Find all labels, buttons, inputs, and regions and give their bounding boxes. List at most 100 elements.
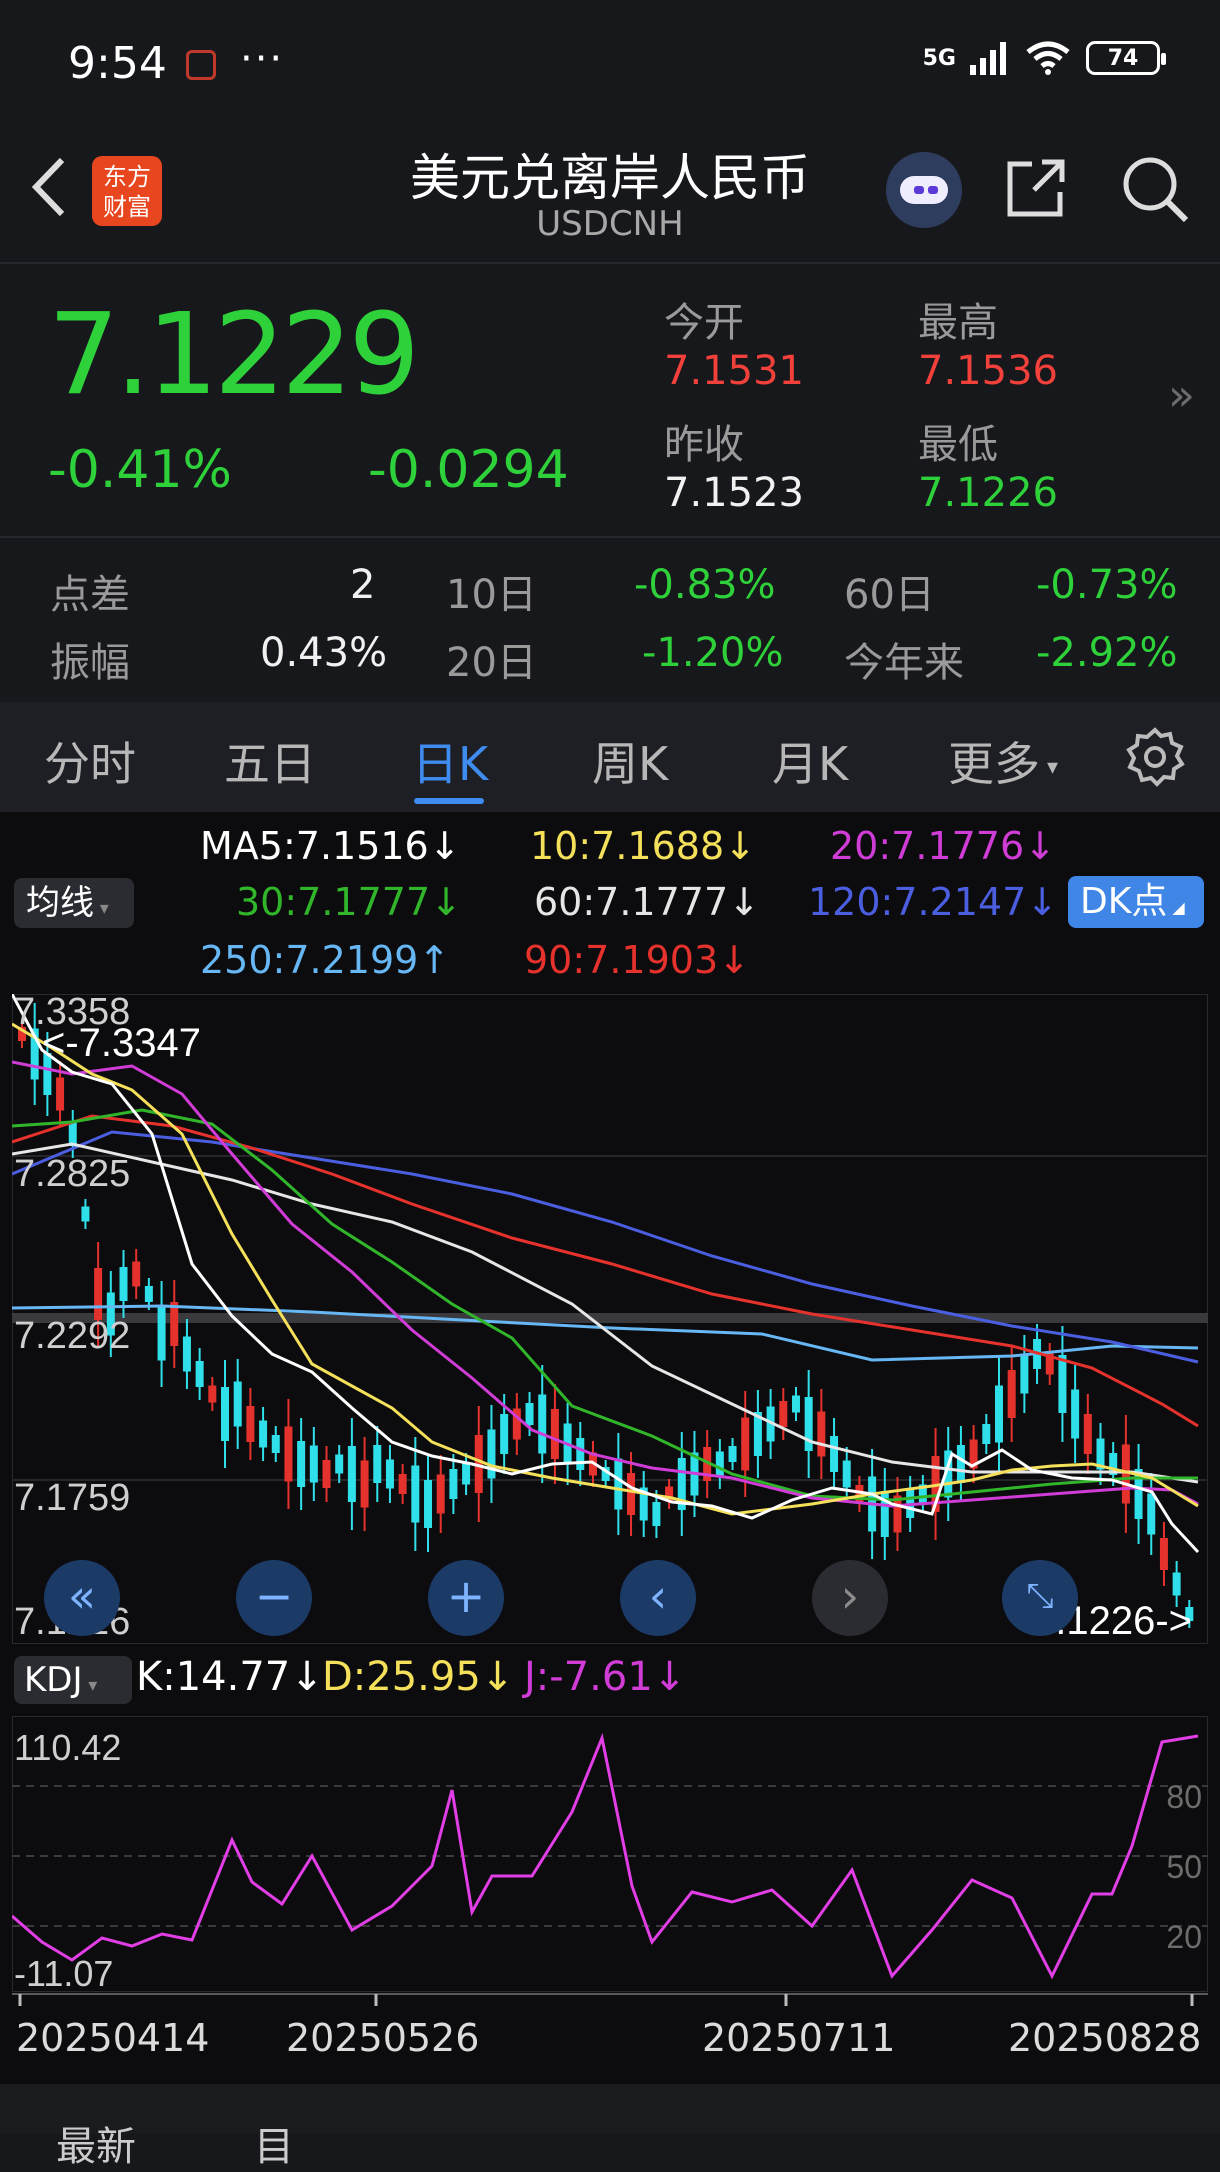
- candle-body: [144, 1286, 153, 1302]
- status-right: 5G 74: [922, 40, 1166, 76]
- candle-body: [1058, 1355, 1067, 1413]
- candle-body: [233, 1381, 242, 1427]
- page-subtitle: USDCNH: [536, 204, 684, 244]
- candle-body: [170, 1302, 179, 1346]
- bottom-tab-latest[interactable]: 最新: [56, 2114, 136, 2172]
- ma5-value: MA5:7.1516↓: [200, 824, 461, 868]
- high-label: 最高: [918, 300, 998, 346]
- settings-gear-icon[interactable]: [1124, 726, 1186, 788]
- tab-more[interactable]: 更多 ▾: [948, 728, 1058, 794]
- candle-body: [741, 1417, 750, 1471]
- candle-body: [221, 1387, 230, 1441]
- divider: [0, 536, 1220, 538]
- app-logo: 东方财富: [92, 156, 162, 226]
- open-label: 今开: [664, 300, 744, 346]
- candle-body: [576, 1438, 585, 1470]
- tab-five-day[interactable]: 五日: [224, 728, 316, 794]
- bottom-panel: [0, 2084, 1220, 2134]
- zoom-in-button[interactable]: +: [428, 1560, 504, 1636]
- kdj-d-value: D:25.95↓: [322, 1654, 515, 1700]
- candle-body: [246, 1406, 255, 1442]
- candle-body: [398, 1474, 407, 1494]
- search-icon[interactable]: [1120, 154, 1190, 224]
- prev-close-value: 7.1523: [664, 470, 804, 516]
- candlestick-chart[interactable]: 7.3358 7.2825 7.2292 7.1759 7.1226 <-7.3…: [12, 994, 1208, 1644]
- period-tabs: 分时 五日 日K 周K 月K 更多 ▾: [0, 702, 1220, 812]
- candle-body: [68, 1122, 77, 1146]
- ytd-value: -2.92%: [1036, 630, 1178, 676]
- tab-weekly-k[interactable]: 周K: [592, 728, 668, 794]
- network-label: 5G: [922, 45, 956, 71]
- candle-body: [525, 1403, 534, 1425]
- divider: [0, 262, 1220, 264]
- battery-icon: 74: [1086, 41, 1166, 75]
- candle-body: [322, 1460, 331, 1488]
- notification-icon: [186, 50, 216, 80]
- quote-more-icon[interactable]: »: [1168, 370, 1195, 421]
- last-price: 7.1229: [48, 290, 420, 420]
- bottom-tab-second[interactable]: 目: [254, 2114, 294, 2172]
- dropdown-caret-icon: ▾: [82, 1675, 98, 1696]
- amplitude-value: 0.43%: [260, 630, 388, 676]
- candle-body: [462, 1463, 471, 1485]
- ytd-label: 今年来: [844, 640, 964, 686]
- candle-body: [1159, 1538, 1168, 1570]
- scroll-left-button[interactable]: ‹: [620, 1560, 696, 1636]
- candle-body: [1172, 1572, 1181, 1596]
- jump-start-button[interactable]: «: [44, 1560, 120, 1636]
- tab-intraday[interactable]: 分时: [44, 728, 136, 794]
- dropdown-caret-icon: ▾: [1040, 755, 1059, 780]
- kdj-y-bottom: -11.07: [14, 1953, 113, 1992]
- candle-body: [157, 1307, 166, 1361]
- wifi-icon: [1026, 41, 1070, 75]
- candle-body: [1007, 1370, 1016, 1418]
- kdj-ref-50: 50: [1166, 1849, 1202, 1885]
- y-axis-label-4: 7.1759: [14, 1477, 130, 1519]
- fullscreen-button[interactable]: ⤡: [1002, 1560, 1078, 1636]
- candle-body: [195, 1361, 204, 1387]
- ma60-value: 60:7.1777↓: [534, 880, 760, 924]
- candle-body: [94, 1268, 103, 1320]
- candle-body: [779, 1401, 788, 1427]
- candle-body: [182, 1336, 191, 1372]
- candle-body: [449, 1469, 458, 1499]
- prev-close-label: 昨收: [664, 422, 744, 468]
- scroll-right-button[interactable]: ›: [812, 1560, 888, 1636]
- ma90-value: 90:7.1903↓: [524, 938, 750, 982]
- candle-body: [119, 1267, 128, 1301]
- tab-monthly-k[interactable]: 月K: [772, 728, 848, 794]
- zoom-out-button[interactable]: −: [236, 1560, 312, 1636]
- candle-body: [385, 1459, 394, 1489]
- d20-label: 20日: [446, 640, 537, 686]
- candle-body: [627, 1473, 636, 1515]
- candle-body: [56, 1077, 65, 1111]
- candle-body: [132, 1261, 141, 1287]
- candle-body: [500, 1414, 509, 1454]
- x-date-2: 20250526: [286, 2016, 480, 2060]
- indicator-selector[interactable]: KDJ ▾: [14, 1656, 132, 1704]
- tab-daily-k[interactable]: 日K: [412, 728, 488, 794]
- assistant-robot-icon[interactable]: [886, 152, 962, 228]
- candle-body: [652, 1502, 661, 1526]
- candle-body: [1083, 1414, 1092, 1454]
- back-icon[interactable]: [24, 152, 74, 222]
- candle-body: [1020, 1354, 1029, 1394]
- candle-body: [347, 1446, 356, 1502]
- d60-value: -0.73%: [1036, 562, 1178, 608]
- share-icon[interactable]: [1004, 156, 1068, 220]
- ma-selector-label: 均线: [26, 883, 94, 923]
- candle-body: [538, 1394, 547, 1454]
- x-date-4: 20250828: [1008, 2016, 1202, 2060]
- ma-selector[interactable]: 均线 ▾: [14, 878, 134, 928]
- candle-body: [817, 1411, 826, 1457]
- candle-body: [614, 1458, 623, 1510]
- ma20-value: 20:7.1776↓: [830, 824, 1056, 868]
- d20-value: -1.20%: [642, 630, 784, 676]
- corner-triangle-icon: ◢: [1167, 898, 1185, 917]
- active-tab-indicator: [414, 798, 484, 804]
- ma250-value: 250:7.2199↑: [200, 938, 451, 982]
- kdj-j-value: J:-7.61↓: [524, 1654, 687, 1700]
- kdj-chart[interactable]: 110.42 -11.07 80 50 20: [12, 1716, 1208, 1992]
- dk-point-button[interactable]: DK点 ◢: [1068, 876, 1204, 928]
- ma10-value: 10:7.1688↓: [530, 824, 756, 868]
